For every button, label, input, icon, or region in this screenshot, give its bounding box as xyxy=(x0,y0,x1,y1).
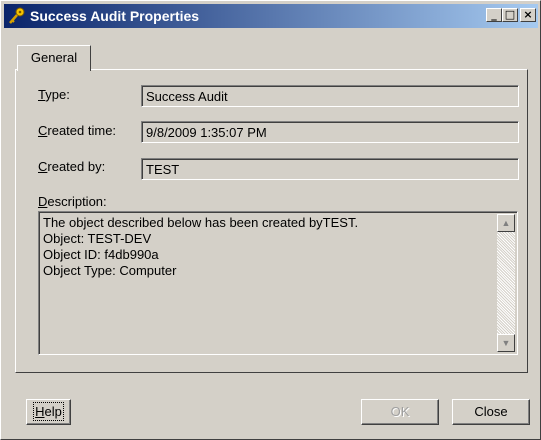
created-time-field[interactable]: 9/8/2009 1:35:07 PM xyxy=(141,121,519,143)
description-label: Description: xyxy=(38,194,107,209)
created-time-label: Created time: xyxy=(38,123,117,138)
scroll-down-arrow-icon[interactable]: ▼ xyxy=(497,334,515,352)
title-bar[interactable]: Success Audit Properties _ □ × xyxy=(4,4,538,28)
type-label: Type: xyxy=(38,87,70,102)
type-field[interactable]: Success Audit xyxy=(141,85,519,107)
description-text: The object described below has been crea… xyxy=(43,215,493,279)
window-title: Success Audit Properties xyxy=(30,8,200,24)
properties-dialog: Success Audit Properties _ □ × General T… xyxy=(0,0,541,440)
tab-general[interactable]: General xyxy=(17,45,91,71)
description-line: Object ID: f4db990a xyxy=(43,247,159,262)
description-line: Object: TEST-DEV xyxy=(43,231,152,246)
created-by-field[interactable]: TEST xyxy=(141,158,519,180)
key-icon xyxy=(8,7,26,25)
close-button[interactable]: Close xyxy=(452,399,530,425)
minimize-button[interactable]: _ xyxy=(486,8,502,22)
help-button[interactable]: Help xyxy=(26,399,71,425)
scroll-up-arrow-icon[interactable]: ▲ xyxy=(497,214,515,232)
ok-button[interactable]: OK xyxy=(361,399,439,425)
description-scrollbar[interactable]: ▲ ▼ xyxy=(497,214,515,352)
description-textarea[interactable]: The object described below has been crea… xyxy=(38,211,518,355)
description-line: Object Type: Computer xyxy=(43,263,177,278)
close-window-button[interactable]: × xyxy=(520,8,536,22)
description-line: The object described below has been crea… xyxy=(43,215,359,230)
created-by-label: Created by: xyxy=(38,159,106,174)
maximize-button[interactable]: □ xyxy=(502,8,518,22)
